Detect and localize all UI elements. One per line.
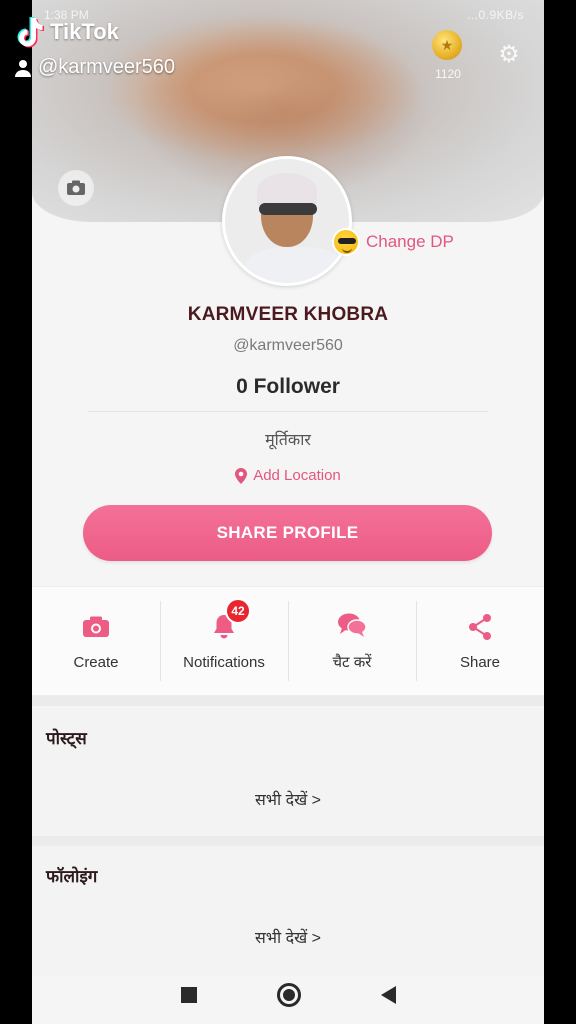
location-pin-icon [235,467,248,484]
user-icon [15,59,31,77]
change-dp-button[interactable]: Change DP [332,228,454,256]
notification-badge: 42 [225,597,251,624]
status-network: ...0.9KB/s [466,8,524,22]
posts-title: पोस्ट्स [46,729,87,748]
profile-bio: मूर्तिकार [265,432,311,449]
home-button[interactable] [276,983,301,1007]
divider [88,411,488,412]
action-chat[interactable]: चैट करें [288,587,416,695]
action-notifications[interactable]: 42 Notifications [160,587,288,695]
profile-handle: @karmveer560 [233,337,343,354]
tiktok-brand: TikTok [50,19,119,44]
tiktok-username: @karmveer560 [14,56,175,79]
chat-icon [337,610,367,640]
share-profile-button[interactable]: SHARE PROFILE [83,505,492,561]
add-location-label: Add Location [253,467,341,484]
sunglasses-smiley-icon [332,228,360,256]
cover-camera-icon[interactable] [58,170,94,206]
add-location-link[interactable]: Add Location [32,467,544,484]
action-label: Notifications [183,653,265,671]
change-dp-label: Change DP [366,232,454,251]
action-label: Share [459,653,501,671]
profile-avatar[interactable] [222,156,352,286]
action-share[interactable]: Share [416,587,544,695]
tiktok-watermark: TikTok [14,16,119,48]
follower-count[interactable]: 0 Follower [32,375,544,399]
following-see-all-link[interactable]: सभी देखें > [32,926,544,948]
back-button[interactable] [380,986,396,1004]
tiktok-logo-icon [17,17,44,48]
action-label: चैट करें [332,654,372,671]
following-title: फॉलोइंग [46,867,98,886]
recents-button[interactable] [180,987,197,1003]
posts-see-all-link[interactable]: सभी देखें > [32,788,544,810]
coin-count: 1120 [435,67,461,81]
system-nav-bar [32,966,544,1024]
tiktok-username-text: @karmveer560 [38,56,176,78]
posts-section: पोस्ट्स सभी देखें > [32,708,544,836]
bell-icon: 42 [209,597,251,642]
coin-icon[interactable]: ★ [432,30,462,60]
action-label: Create [73,653,119,671]
camera-icon [81,612,111,642]
section-separator [32,696,544,706]
profile-name: KARMVEER KHOBRA [187,304,389,325]
action-create[interactable]: Create [32,587,160,695]
settings-gear-icon[interactable]: ⚙ [496,42,522,68]
share-icon [465,612,495,642]
following-section: फॉलोइंग सभी देखें > [32,846,544,976]
app-screen: 1:38 PM ...0.9KB/s ★ 1120 ⚙ Change DP KA… [32,0,544,1024]
section-separator [32,836,544,846]
action-bar: Create 42 Notifications चैट करें Share [32,586,544,696]
